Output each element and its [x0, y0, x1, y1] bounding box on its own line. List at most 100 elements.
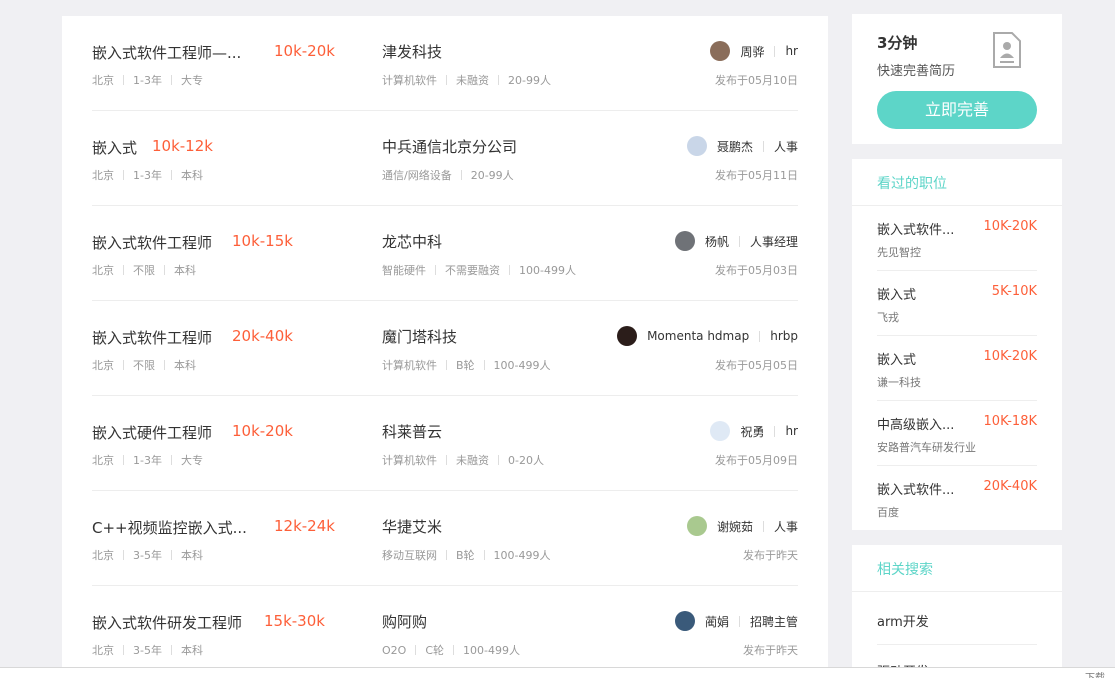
download-label[interactable]: 下载 — [1085, 669, 1105, 678]
viewed-job-salary: 10K-20K — [983, 349, 1037, 364]
job-requirements: 北京 3-5年 本科 — [92, 642, 203, 658]
related-search-heading: 相关搜索 — [877, 562, 933, 578]
separator — [123, 75, 124, 85]
related-search-item[interactable]: arm开发 — [877, 611, 1037, 645]
company-funding: 未融资 — [456, 74, 489, 87]
company-industry: 计算机软件 — [382, 74, 437, 87]
separator — [170, 645, 172, 655]
job-education: 大专 — [180, 454, 203, 467]
job-requirements: 北京 3-5年 本科 — [92, 547, 203, 563]
posted-date: 发布于05月10日 — [715, 74, 798, 87]
job-city: 北京 — [92, 74, 114, 87]
recruiter-info: 周骅 hr — [710, 41, 798, 61]
separator — [446, 455, 447, 465]
job-title[interactable]: 嵌入式硬件工程师 — [92, 422, 212, 443]
company-name[interactable]: 科莱普云 — [382, 421, 442, 442]
job-list: 嵌入式软件工程师—... 10k-20k 北京 1-3年 大专 津发科技 计算机软件 未融资 2… — [62, 16, 828, 678]
viewed-job-title[interactable]: 嵌入式软件... — [877, 219, 954, 238]
separator — [170, 75, 172, 85]
viewed-job-item[interactable]: 嵌入式软件... 20K-40K 百度 — [877, 466, 1037, 531]
company-size: 100-499人 — [463, 644, 520, 657]
viewed-job-item[interactable]: 嵌入式 5K-10K 飞戎 — [877, 271, 1037, 336]
separator — [415, 645, 417, 655]
company-info: O2O C轮 100-499人 — [382, 642, 520, 658]
complete-resume-button[interactable]: 立即完善 — [877, 91, 1037, 129]
separator — [170, 170, 172, 180]
recruiter-avatar — [674, 231, 695, 251]
job-title[interactable]: 嵌入式软件研发工程师 — [92, 612, 242, 633]
recruiter-name: 谢婉茹 — [716, 519, 753, 534]
job-education: 本科 — [174, 359, 196, 372]
job-card[interactable]: 嵌入式软件研发工程师 15k-30k 北京 3-5年 本科 购阿购 O2O C轮 100-499… — [92, 586, 798, 678]
job-card[interactable]: 嵌入式软件工程师—... 10k-20k 北京 1-3年 大专 津发科技 计算机软件 未融资 2… — [92, 16, 798, 111]
viewed-job-title[interactable]: 中高级嵌入... — [877, 414, 954, 433]
viewed-jobs-heading: 看过的职位 — [877, 176, 947, 192]
company-info: 计算机软件 未融资 20-99人 — [382, 72, 551, 88]
viewed-job-title[interactable]: 嵌入式 — [877, 349, 916, 368]
viewed-job-item[interactable]: 嵌入式 10K-20K 谦一科技 — [877, 336, 1037, 401]
recruiter-info: 聂鹏杰 人事 — [686, 136, 798, 156]
job-card[interactable]: C++视频监控嵌入式... 12k-24k 北京 3-5年 本科 华捷艾米 移动互联网 B轮 1… — [92, 491, 798, 586]
company-name[interactable]: 中兵通信北京分公司 — [382, 136, 517, 157]
resume-document-icon — [993, 32, 1021, 68]
separator — [446, 550, 447, 560]
job-card[interactable]: 嵌入式软件工程师 20k-40k 北京 不限 本科 魔门塔科技 计算机软件 B轮 100-499… — [92, 301, 798, 396]
job-card[interactable]: 嵌入式硬件工程师 10k-20k 北京 1-3年 大专 科莱普云 计算机软件 未融资 0-20人… — [92, 396, 798, 491]
recruiter-name: 周骅 — [740, 44, 765, 59]
related-search-panel: 相关搜索 arm开发驱动开发 — [852, 545, 1062, 678]
company-name[interactable]: 津发科技 — [382, 41, 442, 62]
separator — [164, 265, 165, 275]
job-card[interactable]: 嵌入式软件工程师 10k-15k 北京 不限 本科 龙芯中科 智能硬件 不需要融资 100-49… — [92, 206, 798, 301]
company-funding: C轮 — [425, 644, 445, 657]
company-name[interactable]: 魔门塔科技 — [382, 326, 457, 347]
job-salary: 12k-24k — [274, 517, 335, 535]
job-requirements: 北京 1-3年 大专 — [92, 72, 203, 88]
company-name[interactable]: 购阿购 — [382, 611, 427, 632]
viewed-jobs-header: 看过的职位 — [852, 159, 1062, 206]
recruiter-info: 蔺娟 招聘主管 — [674, 611, 798, 631]
separator — [123, 265, 124, 275]
company-info: 通信/网络设备 20-99人 — [382, 167, 514, 183]
job-city: 北京 — [92, 644, 114, 657]
separator — [123, 550, 124, 560]
viewed-job-title[interactable]: 嵌入式软件... — [877, 479, 954, 498]
company-funding: 未融资 — [456, 454, 489, 467]
viewed-job-title[interactable]: 嵌入式 — [877, 284, 916, 303]
posted-date: 发布于昨天 — [743, 644, 798, 657]
separator — [170, 455, 172, 465]
recruiter-avatar — [710, 41, 731, 61]
job-salary: 10k-12k — [152, 137, 213, 155]
separator — [759, 330, 761, 342]
separator — [123, 455, 124, 465]
recruiter-info: Momenta hdmap hrbp — [617, 326, 798, 346]
viewed-job-item[interactable]: 嵌入式软件... 10K-20K 先见智控 — [877, 206, 1037, 271]
job-card[interactable]: 嵌入式 10k-12k 北京 1-3年 本科 中兵通信北京分公司通信/网络设备 20-99人… — [92, 111, 798, 206]
company-industry: 通信/网络设备 — [382, 169, 452, 182]
company-industry: O2O — [382, 644, 407, 657]
recruiter-role: 人事 — [773, 139, 798, 154]
recruiter-role: hr — [785, 44, 798, 58]
job-title[interactable]: 嵌入式软件工程师 — [92, 232, 212, 253]
posted-date: 发布于05月11日 — [715, 169, 798, 182]
company-funding: B轮 — [456, 549, 475, 562]
recruiter-name: 蔺娟 — [704, 614, 729, 629]
separator — [164, 360, 165, 370]
viewed-job-salary: 5K-10K — [991, 284, 1037, 299]
related-search-label[interactable]: arm开发 — [877, 615, 929, 630]
viewed-job-item[interactable]: 中高级嵌入... 10K-18K 安路普汽车研发行业 — [877, 401, 1037, 466]
company-name[interactable]: 龙芯中科 — [382, 231, 442, 252]
company-name[interactable]: 华捷艾米 — [382, 516, 442, 537]
job-requirements: 北京 1-3年 本科 — [92, 167, 203, 183]
job-title[interactable]: 嵌入式软件工程师 — [92, 327, 212, 348]
job-title[interactable]: 嵌入式软件工程师—... — [92, 42, 241, 63]
recruiter-avatar — [674, 611, 695, 631]
job-title[interactable]: 嵌入式 — [92, 137, 137, 158]
resume-hint-label: 快速完善简历 — [877, 64, 956, 79]
resume-prompt-card: 3分钟 快速完善简历 立即完善 — [852, 14, 1062, 144]
separator — [123, 645, 124, 655]
recruiter-info: 谢婉茹 人事 — [686, 516, 798, 536]
job-requirements: 北京 1-3年 大专 — [92, 452, 203, 468]
job-title[interactable]: C++视频监控嵌入式... — [92, 517, 247, 538]
job-experience: 3-5年 — [133, 549, 162, 562]
company-info: 计算机软件 未融资 0-20人 — [382, 452, 544, 468]
